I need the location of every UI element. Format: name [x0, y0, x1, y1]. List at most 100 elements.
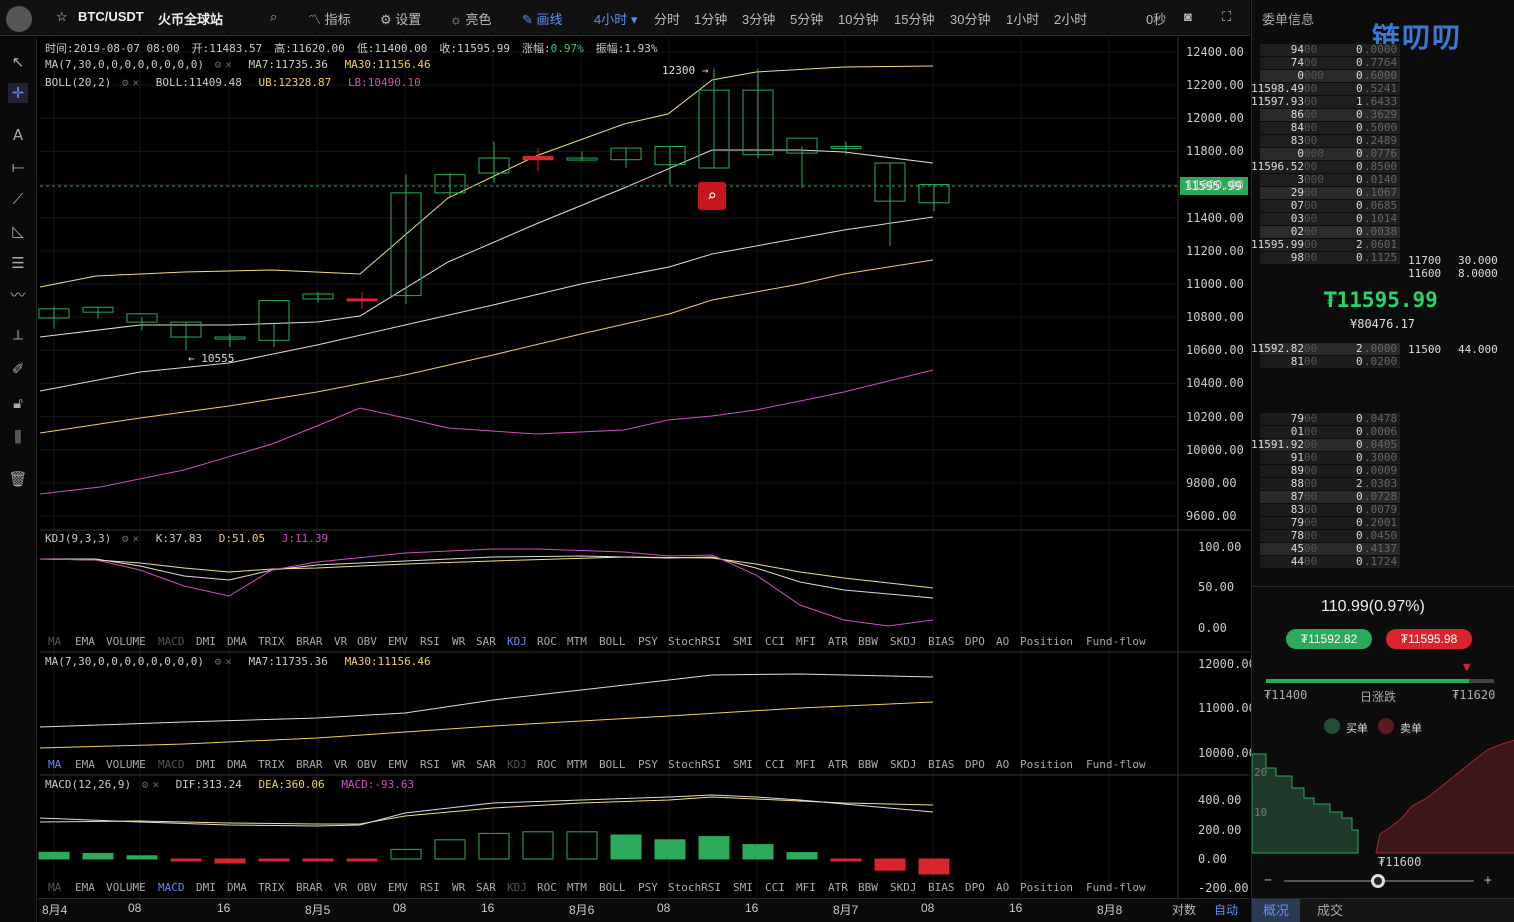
indicator-tab[interactable]: Position — [1020, 758, 1073, 771]
indicator-tab[interactable]: CCI — [765, 635, 785, 648]
indicator-tab[interactable]: DPO — [965, 635, 985, 648]
indicator-tab[interactable]: Position — [1020, 881, 1073, 894]
indicator-tab[interactable]: VOLUME — [106, 881, 146, 894]
indicator-tab[interactable]: DMA — [227, 881, 247, 894]
indicator-tab[interactable]: BOLL — [599, 758, 626, 771]
indicator-tab[interactable]: MTM — [567, 635, 587, 648]
indicator-tab[interactable]: KDJ — [507, 635, 527, 648]
indicator-tab[interactable]: SKDJ — [890, 635, 917, 648]
order-row[interactable]: 11597.93 00 1.6433 — [1251, 96, 1400, 108]
indicator-tab[interactable]: EMV — [388, 635, 408, 648]
indicator-tab[interactable]: Position — [1020, 635, 1073, 648]
indicator-tab[interactable]: MTM — [567, 758, 587, 771]
indicator-tab[interactable]: DPO — [965, 758, 985, 771]
order-row[interactable]: 84 00 0.5000 — [1260, 122, 1400, 134]
indicator-tab[interactable]: DMI — [196, 881, 216, 894]
zoom-slider-handle[interactable] — [1371, 874, 1385, 888]
close-icon[interactable]: ✕ — [225, 655, 232, 668]
order-row[interactable]: 01 00 0.0006 — [1260, 426, 1400, 438]
indicator-tab[interactable]: PSY — [638, 758, 658, 771]
indicator-tab[interactable]: ROC — [537, 758, 557, 771]
bid-price-button[interactable]: ₮11592.82 — [1286, 629, 1372, 649]
indicator-tab[interactable]: SKDJ — [890, 881, 917, 894]
indicator-tab[interactable]: PSY — [638, 881, 658, 894]
indicator-tab[interactable]: RSI — [420, 881, 440, 894]
gear-icon[interactable]: ⚙ — [122, 532, 129, 545]
indicator-tab[interactable]: MFI — [796, 758, 816, 771]
indicator-tab[interactable]: AO — [996, 881, 1009, 894]
indicator-tab[interactable]: MFI — [796, 635, 816, 648]
gear-icon[interactable]: ⚙ — [215, 58, 222, 71]
close-icon[interactable]: ✕ — [132, 532, 139, 545]
order-row[interactable]: 78 00 0.0450 — [1260, 530, 1400, 542]
order-row[interactable]: 83 00 0.2489 — [1260, 135, 1400, 147]
order-row[interactable]: 94 00 0.0000 — [1260, 44, 1400, 56]
indicator-tab[interactable]: OBV — [357, 635, 377, 648]
indicator-tab[interactable]: RSI — [420, 635, 440, 648]
indicator-tab[interactable]: MA — [48, 635, 61, 648]
order-row[interactable]: 03 00 0.1014 — [1260, 213, 1400, 225]
indicator-tab[interactable]: StochRSI — [668, 881, 721, 894]
indicator-tab[interactable]: CCI — [765, 881, 785, 894]
indicator-tab[interactable]: BBW — [858, 758, 878, 771]
indicator-tab[interactable]: BOLL — [599, 635, 626, 648]
indicator-tab[interactable]: OBV — [357, 881, 377, 894]
order-row[interactable]: 11596.52 00 0.8500 — [1251, 161, 1400, 173]
indicator-tab[interactable]: DMA — [227, 758, 247, 771]
order-row[interactable]: 45 00 0.4137 — [1260, 543, 1400, 555]
indicator-tab[interactable]: BBW — [858, 881, 878, 894]
indicator-tab[interactable]: WR — [452, 635, 465, 648]
indicator-tab[interactable]: WR — [452, 758, 465, 771]
order-row[interactable]: 87 00 0.0728 — [1260, 491, 1400, 503]
indicator-tab[interactable]: TRIX — [258, 881, 285, 894]
indicator-tab[interactable]: WR — [452, 881, 465, 894]
indicator-tab[interactable]: VR — [334, 635, 347, 648]
indicator-tab[interactable]: BIAS — [928, 758, 955, 771]
indicator-tab[interactable]: EMA — [75, 635, 95, 648]
indicator-tab[interactable]: BBW — [858, 635, 878, 648]
order-row[interactable]: 79 00 0.0478 — [1260, 413, 1400, 425]
indicator-tab[interactable]: MA — [48, 758, 61, 771]
zoom-out-button[interactable]: − — [1264, 873, 1272, 888]
indicator-tab[interactable]: ROC — [537, 881, 557, 894]
indicator-tab[interactable]: MFI — [796, 881, 816, 894]
indicator-tab[interactable]: ATR — [828, 635, 848, 648]
order-row[interactable]: 89 00 0.0009 — [1260, 465, 1400, 477]
close-icon[interactable]: ✕ — [152, 778, 159, 791]
indicator-tab[interactable]: MACD — [158, 635, 185, 648]
indicator-tab[interactable]: KDJ — [507, 758, 527, 771]
indicator-tab[interactable]: Fund-flow — [1086, 635, 1146, 648]
indicator-tab[interactable]: SMI — [733, 881, 753, 894]
indicator-tab[interactable]: SMI — [733, 635, 753, 648]
order-row[interactable]: 11591.92 00 0.0405 — [1251, 439, 1400, 451]
gear-icon[interactable]: ⚙ — [122, 76, 129, 89]
indicator-tab[interactable]: DMI — [196, 758, 216, 771]
indicator-tab[interactable]: EMA — [75, 881, 95, 894]
order-row[interactable]: 11595.99 00 2.0601 — [1251, 239, 1400, 251]
indicator-tab[interactable]: Fund-flow — [1086, 881, 1146, 894]
indicator-tab[interactable]: TRIX — [258, 635, 285, 648]
indicator-tab[interactable]: BRAR — [296, 881, 323, 894]
order-row[interactable]: 81 00 0.0200 — [1260, 356, 1400, 368]
close-icon[interactable]: ✕ — [225, 58, 232, 71]
indicator-tab[interactable]: CCI — [765, 758, 785, 771]
indicator-tab[interactable]: VR — [334, 881, 347, 894]
indicator-tab[interactable]: SAR — [476, 635, 496, 648]
order-row[interactable]: 44 00 0.1724 — [1260, 556, 1400, 568]
zoom-in-button[interactable]: + — [1484, 873, 1492, 888]
tab-trades[interactable]: 成交 — [1306, 899, 1354, 922]
indicator-tab[interactable]: TRIX — [258, 758, 285, 771]
order-row[interactable]: 74 00 0.7764 — [1260, 57, 1400, 69]
indicator-tab[interactable]: StochRSI — [668, 758, 721, 771]
order-row[interactable]: 98 00 0.1125 — [1260, 252, 1400, 264]
indicator-tab[interactable]: KDJ — [507, 881, 527, 894]
indicator-tab[interactable]: SKDJ — [890, 758, 917, 771]
indicator-tab[interactable]: BIAS — [928, 881, 955, 894]
indicator-tab[interactable]: MA — [48, 881, 61, 894]
close-icon[interactable]: ✕ — [132, 76, 139, 89]
order-row[interactable]: 91 00 0.3000 — [1260, 452, 1400, 464]
indicator-tab[interactable]: StochRSI — [668, 635, 721, 648]
indicator-tab[interactable]: BRAR — [296, 758, 323, 771]
indicator-tab[interactable]: OBV — [357, 758, 377, 771]
gear-icon[interactable]: ⚙ — [142, 778, 149, 791]
